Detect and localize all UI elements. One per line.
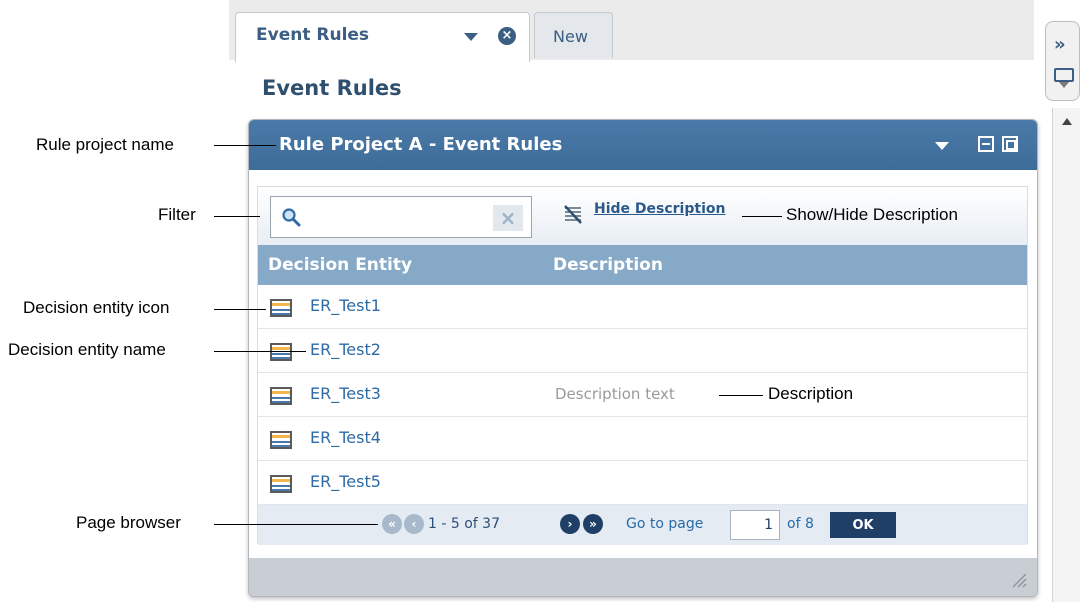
- annotation-leader-line: [214, 524, 378, 525]
- panel-dropdown-icon[interactable]: [1054, 68, 1074, 88]
- column-header-description[interactable]: Description: [553, 255, 663, 275]
- annotation-leader-line: [719, 395, 763, 396]
- ok-button[interactable]: OK: [830, 512, 896, 538]
- hide-description-icon[interactable]: [562, 203, 584, 225]
- search-icon: [282, 208, 301, 227]
- decision-entity-icon: [270, 299, 292, 317]
- next-page-icon[interactable]: ›: [560, 514, 580, 534]
- first-page-icon[interactable]: «: [382, 514, 402, 534]
- decision-entity-icon: [270, 343, 292, 361]
- page-browser: « ‹ 1 - 5 of 37 › » Go to page of 8 OK: [258, 505, 1027, 545]
- minimize-icon[interactable]: [978, 136, 994, 152]
- pager-range: 1 - 5 of 37: [428, 516, 500, 532]
- annotation-leader-line: [214, 309, 266, 310]
- annotation-show-hide-description: Show/Hide Description: [786, 205, 958, 224]
- filter-box[interactable]: ×: [270, 196, 532, 238]
- table-row[interactable]: ER_Test4: [258, 417, 1027, 461]
- decision-entity-name[interactable]: ER_Test5: [310, 472, 381, 491]
- resize-grip-icon[interactable]: [1009, 570, 1027, 588]
- decision-entity-name[interactable]: ER_Test4: [310, 428, 381, 447]
- decision-entity-icon: [270, 431, 292, 449]
- table-row[interactable]: ER_Test2: [258, 329, 1027, 373]
- annotation-leader-line: [214, 145, 276, 146]
- table-row[interactable]: ER_Test5: [258, 461, 1027, 505]
- double-chevron-right-icon[interactable]: »: [1054, 34, 1066, 55]
- filter-input[interactable]: [309, 205, 489, 229]
- tab-event-rules[interactable]: Event Rules ×: [235, 12, 530, 62]
- grid-header: Decision Entity Description: [258, 245, 1027, 285]
- tab-new[interactable]: New: [534, 12, 613, 58]
- annotation-description: Description: [768, 384, 854, 403]
- tab-menu-icon[interactable]: [464, 33, 478, 41]
- annotation-decision-entity-icon: Decision entity icon: [23, 298, 170, 317]
- portlet-header: Rule Project A - Event Rules: [249, 120, 1037, 170]
- annotation-filter: Filter: [158, 205, 196, 224]
- table-row[interactable]: ER_Test3 Description text: [258, 373, 1027, 417]
- last-page-icon[interactable]: »: [583, 514, 603, 534]
- tab-event-rules-label: Event Rules: [256, 25, 370, 45]
- annotation-page-browser: Page browser: [76, 513, 181, 532]
- decision-entity-name[interactable]: ER_Test3: [310, 384, 381, 403]
- annotation-leader-line: [214, 351, 306, 352]
- clear-filter-icon[interactable]: ×: [493, 205, 523, 231]
- page-title: Event Rules: [262, 76, 402, 100]
- close-icon[interactable]: ×: [498, 27, 516, 45]
- decision-entity-grid: × Hide Description Decision Entity Descr…: [257, 186, 1028, 545]
- rule-project-name: Rule Project A - Event Rules: [279, 134, 563, 155]
- decision-entity-name[interactable]: ER_Test2: [310, 340, 381, 359]
- side-panel-toggle[interactable]: »: [1045, 21, 1080, 101]
- hide-description-link[interactable]: Hide Description: [594, 201, 725, 217]
- page-number-input[interactable]: [730, 510, 780, 540]
- decision-entity-icon: [270, 475, 292, 493]
- total-pages-label: of 8: [787, 516, 814, 532]
- portlet-menu-icon[interactable]: [935, 142, 949, 150]
- rule-project-portlet: Rule Project A - Event Rules × Hide Desc…: [248, 119, 1038, 597]
- annotation-leader-line: [742, 216, 782, 217]
- maximize-icon[interactable]: [1002, 136, 1018, 152]
- decision-entity-icon: [270, 387, 292, 405]
- scrollbar[interactable]: [1052, 108, 1080, 602]
- previous-page-icon[interactable]: ‹: [404, 514, 424, 534]
- annotation-decision-entity-name: Decision entity name: [8, 340, 166, 359]
- portlet-footer: [249, 558, 1037, 596]
- tab-new-label: New: [553, 27, 588, 46]
- decision-entity-name[interactable]: ER_Test1: [310, 296, 381, 315]
- annotation-leader-line: [214, 216, 260, 217]
- go-to-page-label: Go to page: [626, 516, 704, 532]
- table-row[interactable]: ER_Test1: [258, 285, 1027, 329]
- description-text: Description text: [555, 385, 675, 403]
- scroll-up-arrow-icon[interactable]: [1062, 118, 1072, 125]
- annotation-rule-project-name: Rule project name: [36, 135, 174, 154]
- column-header-decision-entity[interactable]: Decision Entity: [268, 255, 412, 275]
